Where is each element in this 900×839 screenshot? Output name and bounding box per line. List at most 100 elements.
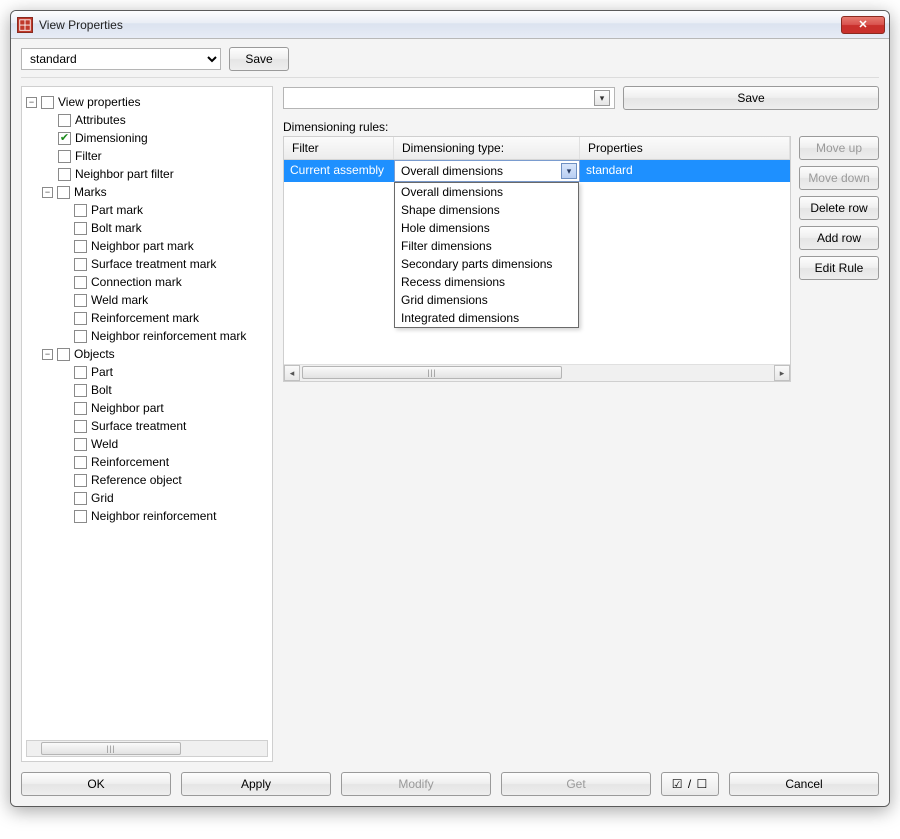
tree-checkbox[interactable] [74, 492, 87, 505]
tree-checkbox[interactable] [74, 474, 87, 487]
add-row-button[interactable]: Add row [799, 226, 879, 250]
tree-item-surface-treatment-mark[interactable]: Surface treatment mark [26, 255, 268, 273]
cancel-button[interactable]: Cancel [729, 772, 879, 796]
tree-checkbox[interactable] [41, 96, 54, 109]
titlebar: View Properties ✕ [11, 11, 889, 39]
tree-checkbox[interactable] [74, 276, 87, 289]
move-down-button[interactable]: Move down [799, 166, 879, 190]
tree-checkbox[interactable] [74, 312, 87, 325]
col-header-type[interactable]: Dimensioning type: [394, 137, 580, 159]
tree-item-weld[interactable]: Weld [26, 435, 268, 453]
dropdown-option[interactable]: Secondary parts dimensions [395, 255, 578, 273]
tree-checkbox[interactable] [74, 258, 87, 271]
grid-header: Filter Dimensioning type: Properties [284, 137, 790, 160]
expand-icon[interactable]: − [26, 97, 37, 108]
tree-item-attributes[interactable]: Attributes [26, 111, 268, 129]
apply-button[interactable]: Apply [181, 772, 331, 796]
view-properties-window: View Properties ✕ standard Save − View p… [10, 10, 890, 807]
tree-checkbox[interactable] [74, 240, 87, 253]
cell-filter[interactable]: Current assembly [284, 160, 394, 182]
save-button[interactable]: Save [229, 47, 289, 71]
tree-item-filter[interactable]: Filter [26, 147, 268, 165]
dropdown-option[interactable]: Overall dimensions [395, 183, 578, 201]
chevron-down-icon: ▾ [561, 163, 577, 179]
edit-rule-button[interactable]: Edit Rule [799, 256, 879, 280]
tree-checkbox[interactable] [74, 330, 87, 343]
tree-item-bolt-mark[interactable]: Bolt mark [26, 219, 268, 237]
dropdown-option[interactable]: Integrated dimensions [395, 309, 578, 327]
rule-preset-select[interactable]: ▾ [283, 87, 615, 109]
tree-checkbox[interactable] [74, 456, 87, 469]
dropdown-option[interactable]: Filter dimensions [395, 237, 578, 255]
rules-grid[interactable]: Filter Dimensioning type: Properties Cur… [283, 136, 791, 382]
dropdown-option[interactable]: Shape dimensions [395, 201, 578, 219]
tree-item-connection-mark[interactable]: Connection mark [26, 273, 268, 291]
modify-button[interactable]: Modify [341, 772, 491, 796]
dropdown-option[interactable]: Recess dimensions [395, 273, 578, 291]
scroll-left-icon[interactable]: ◂ [284, 365, 300, 381]
tree-checkbox[interactable] [74, 420, 87, 433]
tree-panel[interactable]: − View properties Attributes Dimensionin… [21, 86, 273, 762]
footer: OK Apply Modify Get ☑ / ☐ Cancel [21, 772, 879, 796]
move-up-button[interactable]: Move up [799, 136, 879, 160]
ok-button[interactable]: OK [21, 772, 171, 796]
tree-checkbox[interactable] [74, 384, 87, 397]
tree-checkbox[interactable] [58, 168, 71, 181]
expand-icon[interactable]: − [42, 349, 53, 360]
tree-checkbox[interactable] [57, 186, 70, 199]
tree-item-bolt[interactable]: Bolt [26, 381, 268, 399]
dimensioning-type-dropdown[interactable]: Overall dimensions Shape dimensions Hole… [394, 182, 579, 328]
tree-item-part[interactable]: Part [26, 363, 268, 381]
tree-checkbox[interactable] [74, 204, 87, 217]
col-header-filter[interactable]: Filter [284, 137, 394, 159]
tree-checkbox[interactable] [74, 438, 87, 451]
tree-checkbox[interactable] [58, 150, 71, 163]
tree-item-neighbor-part-filter[interactable]: Neighbor part filter [26, 165, 268, 183]
tree-item-reinforcement-mark[interactable]: Reinforcement mark [26, 309, 268, 327]
window-title: View Properties [39, 18, 841, 32]
app-icon [17, 17, 33, 33]
tree-item-neighbor-part-mark[interactable]: Neighbor part mark [26, 237, 268, 255]
tree-checkbox[interactable] [74, 222, 87, 235]
tree-root[interactable]: − View properties [26, 93, 268, 111]
dimensioning-type-select[interactable]: Overall dimensions ▾ [394, 160, 580, 182]
close-button[interactable]: ✕ [841, 16, 885, 34]
section-label: Dimensioning rules: [283, 120, 879, 134]
tree-item-reference-object[interactable]: Reference object [26, 471, 268, 489]
tree-item-neighbor-reinforcement-mark[interactable]: Neighbor reinforcement mark [26, 327, 268, 345]
tree-item-dimensioning[interactable]: Dimensioning [26, 129, 268, 147]
right-panel: ▾ Save Dimensioning rules: Filter Dimens… [283, 86, 879, 762]
tree-checkbox[interactable] [58, 114, 71, 127]
save-rules-button[interactable]: Save [623, 86, 879, 110]
tree-checkbox[interactable] [74, 402, 87, 415]
tree-item-neighbor-reinforcement[interactable]: Neighbor reinforcement [26, 507, 268, 525]
toggle-all-checkboxes-button[interactable]: ☑ / ☐ [661, 772, 719, 796]
tree-checkbox[interactable] [74, 366, 87, 379]
tree-item-weld-mark[interactable]: Weld mark [26, 291, 268, 309]
tree-checkbox[interactable] [58, 132, 71, 145]
cell-type[interactable]: Overall dimensions ▾ Overall dimensions … [394, 160, 580, 182]
tree-hscrollbar[interactable]: ||| [26, 740, 268, 757]
grid-hscrollbar[interactable]: ◂ ||| ▸ [284, 364, 790, 381]
tree-item-surface-treatment[interactable]: Surface treatment [26, 417, 268, 435]
tree-item-part-mark[interactable]: Part mark [26, 201, 268, 219]
table-row[interactable]: Current assembly Overall dimensions ▾ Ov… [284, 160, 790, 182]
tree-checkbox[interactable] [74, 510, 87, 523]
expand-icon[interactable]: − [42, 187, 53, 198]
tree-item-neighbor-part[interactable]: Neighbor part [26, 399, 268, 417]
scroll-right-icon[interactable]: ▸ [774, 365, 790, 381]
tree-checkbox[interactable] [57, 348, 70, 361]
dropdown-option[interactable]: Grid dimensions [395, 291, 578, 309]
tree-item-grid[interactable]: Grid [26, 489, 268, 507]
tree-checkbox[interactable] [74, 294, 87, 307]
dropdown-option[interactable]: Hole dimensions [395, 219, 578, 237]
chevron-down-icon: ▾ [594, 90, 610, 106]
tree-item-marks[interactable]: − Marks [26, 183, 268, 201]
delete-row-button[interactable]: Delete row [799, 196, 879, 220]
tree-item-objects[interactable]: − Objects [26, 345, 268, 363]
tree-item-reinforcement[interactable]: Reinforcement [26, 453, 268, 471]
get-button[interactable]: Get [501, 772, 651, 796]
cell-properties[interactable]: standard [580, 160, 790, 182]
preset-select[interactable]: standard [21, 48, 221, 70]
col-header-properties[interactable]: Properties [580, 137, 790, 159]
